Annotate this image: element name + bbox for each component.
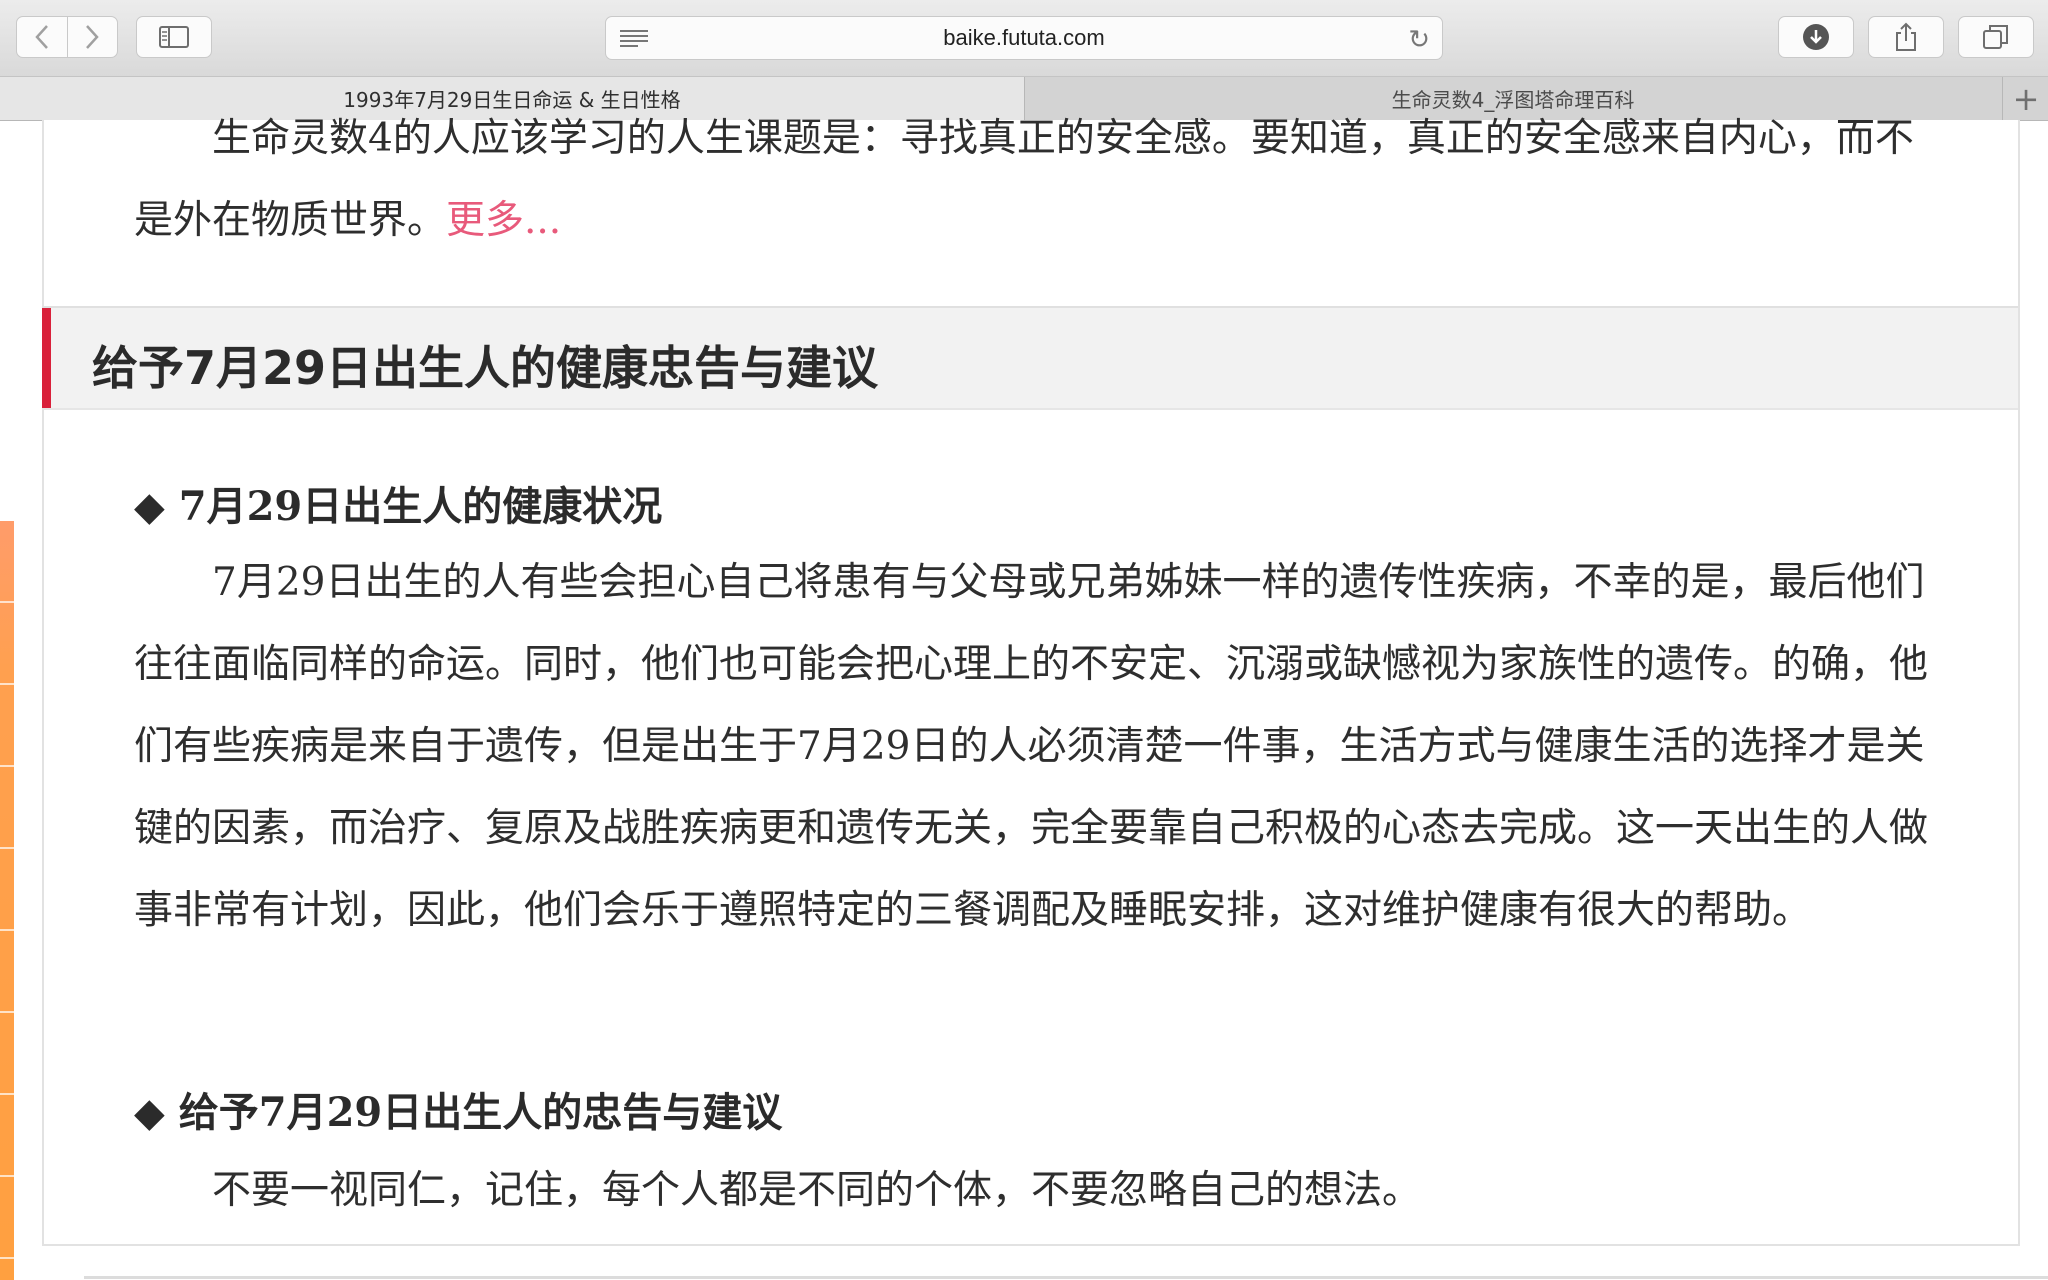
advice-paragraph: 不要一视同仁，记住，每个人都是不同的个体，不要忽略自己的想法。 (134, 1150, 1934, 1232)
health-text: 7月29日出生的人有些会担心自己将患有与父母或兄弟姊妹一样的遗传性疾病，不幸的是… (134, 560, 1929, 933)
downloads-button[interactable] (1778, 16, 1854, 58)
diamond-bullet-icon: ◆ (134, 1089, 165, 1136)
sidebar-icon (159, 26, 189, 48)
url-text: baike.fututa.com (943, 25, 1105, 50)
browser-toolbar: baike.fututa.com ↻ (0, 0, 2048, 77)
advice-text: 不要一视同仁，记住，每个人都是不同的个体，不要忽略自己的想法。 (212, 1168, 1422, 1213)
subheading-text: 7月29日出生人的健康状况 (178, 483, 663, 530)
new-tab-button[interactable]: + (2002, 77, 2048, 120)
tabs-overview-button[interactable] (1958, 16, 2034, 58)
health-paragraph: 7月29日出生的人有些会担心自己将患有与父母或兄弟姊妹一样的遗传性疾病，不幸的是… (134, 542, 1934, 952)
subheading-health-status: ◆ 7月29日出生人的健康状况 (134, 474, 662, 532)
diamond-bullet-icon: ◆ (134, 483, 165, 530)
sidebar-button[interactable] (136, 16, 212, 58)
back-button[interactable] (17, 17, 67, 57)
share-button[interactable] (1868, 16, 1944, 58)
bottom-divider (84, 1276, 2048, 1279)
tabs-overview-icon (1983, 25, 2008, 49)
address-bar[interactable]: baike.fututa.com ↻ (605, 16, 1443, 60)
share-icon (1896, 22, 1916, 51)
forward-button[interactable] (67, 17, 117, 57)
nav-button-group (16, 16, 118, 58)
chevron-left-icon (35, 25, 48, 49)
side-decoration-strip (0, 521, 14, 1280)
section-title: 给予7月29日出生人的健康忠告与建议 (92, 341, 879, 395)
intro-text: 生命灵数4的人应该学习的人生课题是：寻找真正的安全感。要知道，真正的安全感来自内… (134, 116, 1914, 243)
section-header: 给予7月29日出生人的健康忠告与建议 (42, 306, 2018, 410)
reload-icon[interactable]: ↻ (1408, 25, 1430, 55)
more-link[interactable]: 更多... (446, 198, 561, 243)
intro-paragraph: 生命灵数4的人应该学习的人生课题是：寻找真正的安全感。要知道，真正的安全感来自内… (134, 98, 1934, 262)
section-accent-bar (42, 308, 51, 408)
subheading-advice: ◆ 给予7月29日出生人的忠告与建议 (134, 1080, 782, 1138)
chevron-right-icon (86, 25, 99, 49)
download-icon (1803, 24, 1829, 50)
subheading-text: 给予7月29日出生人的忠告与建议 (178, 1089, 783, 1136)
